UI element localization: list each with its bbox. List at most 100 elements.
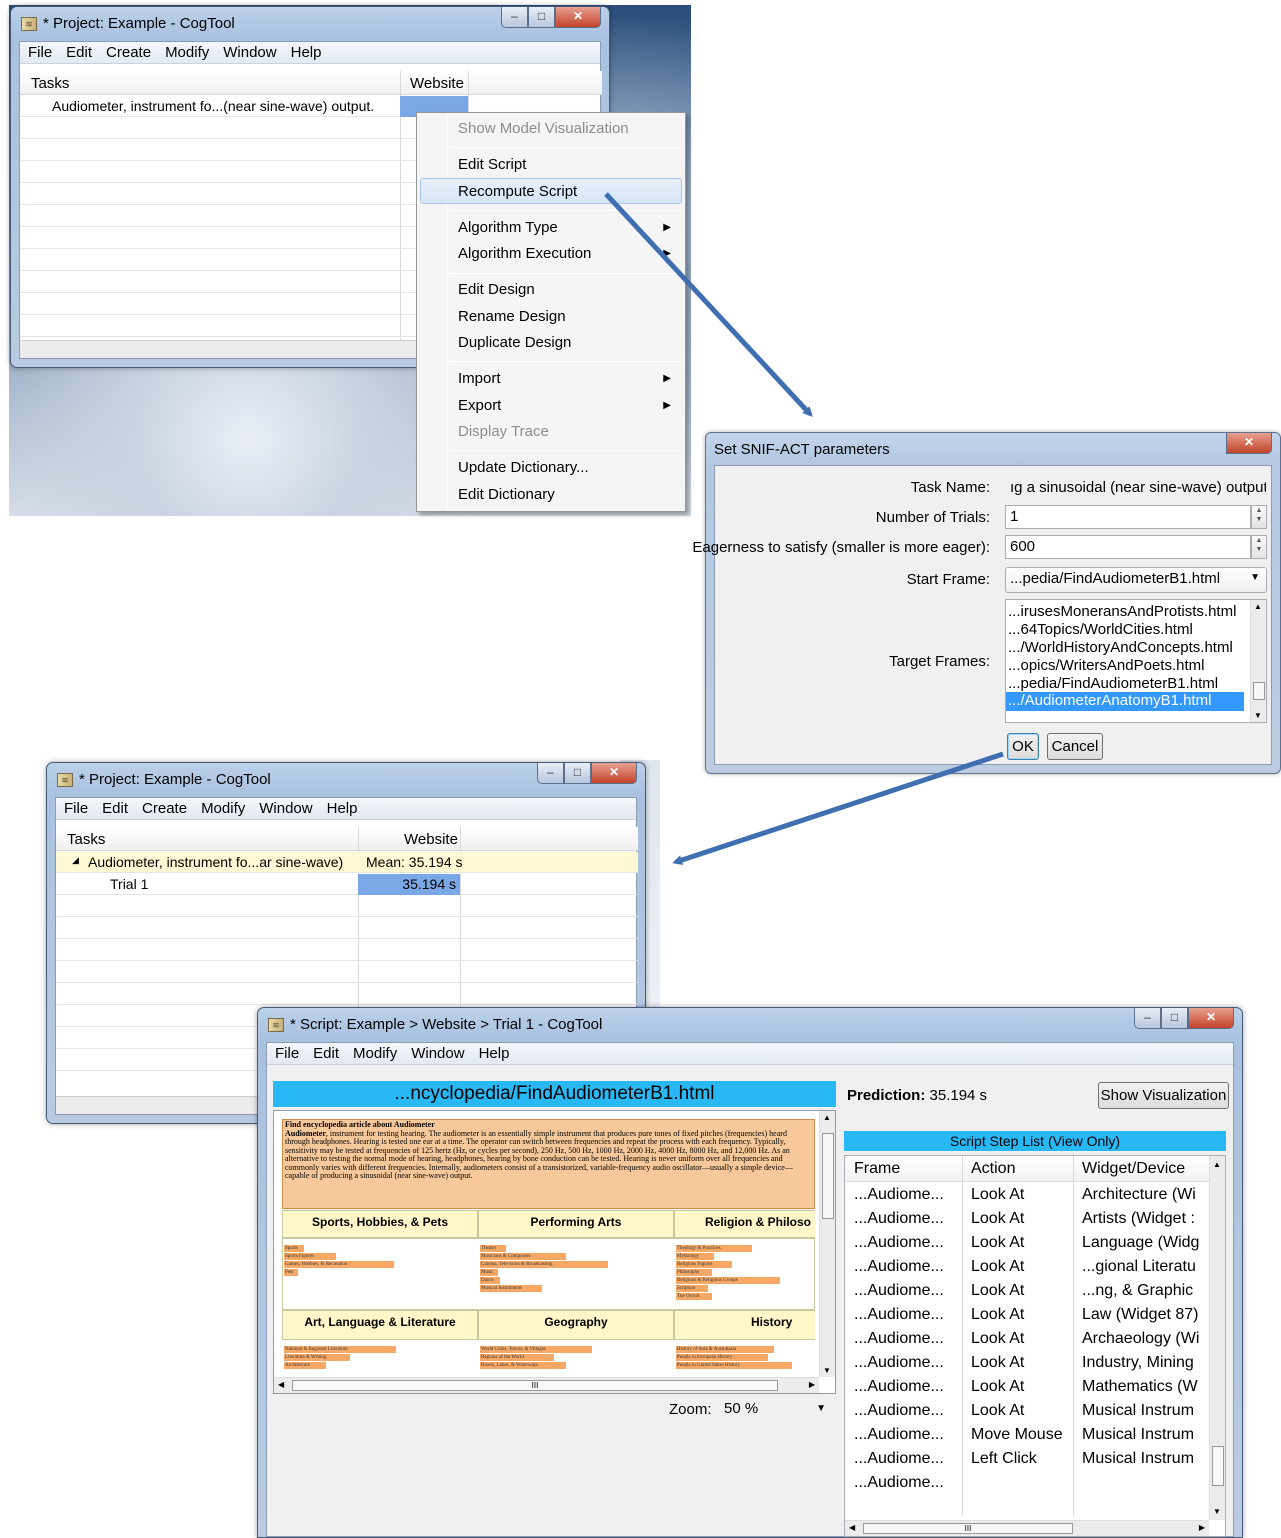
list-item[interactable]: ...opics/WritersAndPoets.html — [1008, 657, 1248, 675]
table-row[interactable]: ...Audiome... Look At Law (Widget 87) — [845, 1304, 1209, 1328]
scroll-down-icon[interactable]: ▼ — [823, 1366, 831, 1375]
link[interactable]: Musical Instruments — [480, 1285, 542, 1292]
table-row[interactable]: ...Audiome... Look At ...gional Literatu — [845, 1256, 1209, 1280]
scroll-right-icon[interactable]: ▶ — [809, 1380, 815, 1389]
link[interactable]: Sports Figures — [284, 1253, 336, 1260]
close-button[interactable]: ✕ — [555, 7, 601, 28]
horizontal-scrollbar[interactable]: ◀ III ▶ — [845, 1520, 1209, 1536]
scroll-thumb[interactable]: III — [292, 1380, 778, 1391]
scroll-thumb[interactable]: III — [863, 1523, 1073, 1534]
table-row[interactable]: ...Audiome... Look At Mathematics (W — [845, 1376, 1209, 1400]
menu-item-edit-dictionary[interactable]: Edit Dictionary — [458, 486, 555, 503]
menu-create[interactable]: Create — [98, 42, 151, 63]
menu-window[interactable]: Window — [215, 42, 276, 63]
menu-modify[interactable]: Modify — [193, 798, 245, 819]
table-row[interactable]: ...Audiome... Left Click Musical Instrum — [845, 1448, 1209, 1472]
menu-item-algorithm-execution[interactable]: Algorithm Execution — [458, 245, 591, 262]
menu-help[interactable]: Help — [319, 798, 358, 819]
menu-item-edit-script[interactable]: Edit Script — [458, 156, 526, 173]
table-row[interactable]: Trial 1 35.194 s — [56, 874, 638, 895]
menu-file[interactable]: File — [56, 798, 88, 819]
column-tasks[interactable]: Tasks — [67, 831, 105, 848]
link[interactable]: Music — [480, 1269, 498, 1276]
table-row[interactable]: ...Audiome... Look At Musical Instrum — [845, 1400, 1209, 1424]
trials-input[interactable]: 1 — [1005, 505, 1251, 529]
link[interactable]: Philosophy — [676, 1269, 712, 1276]
close-button[interactable]: ✕ — [591, 763, 637, 784]
column-action[interactable]: Action — [971, 1160, 1015, 1178]
link[interactable]: Religions & Religious Groups — [676, 1277, 780, 1284]
link[interactable]: Pets — [284, 1269, 298, 1276]
link[interactable]: Architecture — [284, 1362, 326, 1369]
menu-item-duplicate-design[interactable]: Duplicate Design — [458, 334, 571, 351]
menu-create[interactable]: Create — [134, 798, 187, 819]
menu-window[interactable]: Window — [403, 1043, 464, 1064]
minimize-button[interactable]: – — [537, 763, 564, 784]
close-button[interactable]: ✕ — [1188, 1008, 1234, 1029]
link[interactable]: Musicians & Composers — [480, 1253, 566, 1260]
table-row[interactable]: ...Audiome... Look At Archaeology (Wi — [845, 1328, 1209, 1352]
start-frame-select[interactable]: ...pedia/FindAudiometerB1.html ▼ — [1005, 567, 1267, 593]
maximize-button[interactable]: □ — [528, 7, 555, 28]
link[interactable]: Theater — [480, 1245, 506, 1252]
ok-button[interactable]: OK — [1007, 733, 1039, 760]
scroll-up-icon[interactable]: ▲ — [823, 1113, 831, 1122]
maximize-button[interactable]: □ — [1161, 1008, 1188, 1029]
link[interactable]: Sports — [284, 1245, 304, 1252]
scroll-down-icon[interactable]: ▼ — [1213, 1507, 1221, 1516]
article-block[interactable]: Find encyclopedia article about Audiomet… — [282, 1119, 815, 1209]
vertical-scrollbar[interactable]: ▲ ▼ — [1209, 1156, 1225, 1520]
show-visualization-button[interactable]: Show Visualization — [1098, 1082, 1229, 1109]
link[interactable]: The Occult — [676, 1293, 712, 1300]
link[interactable]: History of Asia & Australasia — [676, 1346, 774, 1353]
table-row[interactable]: ...Audiome... Move Mouse Musical Instrum — [845, 1424, 1209, 1448]
table-row[interactable]: ...Audiome... Look At ...ng, & Graphic — [845, 1280, 1209, 1304]
vertical-scrollbar[interactable]: ▲ ▼ — [1250, 600, 1266, 722]
link[interactable]: Religious Figures — [676, 1261, 732, 1268]
table-row[interactable]: ...Audiome... Look At Architecture (Wi — [845, 1184, 1209, 1208]
link[interactable]: Games, Hobbies, & Recreation — [284, 1261, 394, 1268]
horizontal-scrollbar[interactable]: ◀ III ▶ — [274, 1377, 819, 1393]
scroll-right-icon[interactable]: ▶ — [1199, 1523, 1205, 1532]
title-bar[interactable]: ≋ * Project: Example - CogTool – □ ✕ — [11, 7, 609, 41]
menu-edit[interactable]: Edit — [58, 42, 92, 63]
menu-item-rename-design[interactable]: Rename Design — [458, 308, 566, 325]
link[interactable]: Theology & Practices — [676, 1245, 752, 1252]
title-bar[interactable]: ≋ * Script: Example > Website > Trial 1 … — [258, 1008, 1242, 1042]
link[interactable]: Scripture — [676, 1285, 708, 1292]
minimize-button[interactable]: – — [501, 7, 528, 28]
link[interactable]: People in United States History — [676, 1362, 792, 1369]
menu-item-update-dictionary[interactable]: Update Dictionary... — [458, 459, 589, 476]
target-frames-list[interactable]: ...irusesMoneransAndProtists.html ...64T… — [1005, 599, 1267, 723]
close-button[interactable]: ✕ — [1226, 433, 1272, 454]
table-row[interactable]: ◢ Audiometer, instrument fo...ar sine-wa… — [56, 852, 638, 873]
column-frame[interactable]: Frame — [854, 1160, 900, 1178]
scroll-left-icon[interactable]: ◀ — [849, 1523, 855, 1532]
maximize-button[interactable]: □ — [564, 763, 591, 784]
list-item[interactable]: ...64Topics/WorldCities.html — [1008, 621, 1248, 639]
menu-file[interactable]: File — [20, 42, 52, 63]
list-item[interactable]: ...pedia/FindAudiometerB1.html — [1008, 675, 1248, 693]
link[interactable]: Mythology — [676, 1253, 714, 1260]
column-website[interactable]: Website — [404, 831, 458, 848]
link[interactable]: World Cities, Towns, & Villages — [480, 1346, 592, 1353]
eagerness-input[interactable]: 600 — [1005, 535, 1251, 559]
menu-window[interactable]: Window — [251, 798, 312, 819]
menu-edit[interactable]: Edit — [305, 1043, 339, 1064]
zoom-select[interactable]: 50 % ▼ — [719, 1397, 831, 1423]
link[interactable]: Regions of the World — [480, 1354, 554, 1361]
scroll-thumb[interactable] — [1212, 1446, 1224, 1486]
table-row[interactable]: ...Audiome... Look At Industry, Mining — [845, 1352, 1209, 1376]
minimize-button[interactable]: – — [1134, 1008, 1161, 1029]
menu-item-export[interactable]: Export — [458, 397, 501, 414]
vertical-scrollbar[interactable]: ▲ ▼ — [819, 1111, 835, 1377]
table-row[interactable]: ...Audiome... Look At Language (Widg — [845, 1232, 1209, 1256]
link[interactable]: Literature & Writing — [284, 1354, 350, 1361]
column-widget[interactable]: Widget/Device — [1082, 1160, 1185, 1178]
link[interactable]: Cinema, Television & Broadcasting — [480, 1261, 608, 1268]
list-item-selected[interactable]: .../AudiometerAnatomyB1.html — [1006, 692, 1244, 711]
list-item[interactable]: .../WorldHistoryAndConcepts.html — [1008, 639, 1248, 657]
menu-item-import[interactable]: Import — [458, 370, 501, 387]
link[interactable]: National & Regional Literature — [284, 1346, 396, 1353]
scroll-thumb[interactable] — [822, 1133, 834, 1219]
